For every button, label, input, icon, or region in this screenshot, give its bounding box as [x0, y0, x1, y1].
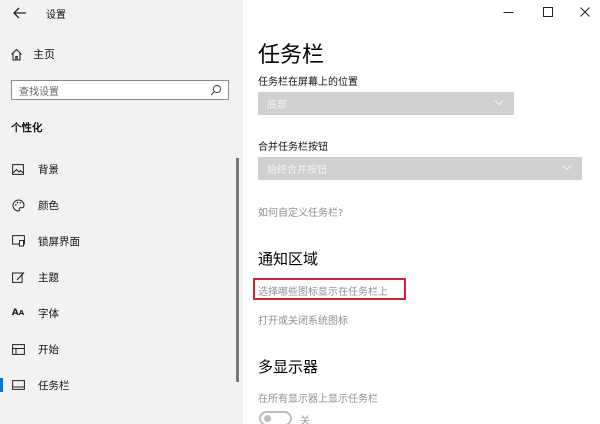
combine-select[interactable]: 始终合并按钮 [258, 157, 582, 180]
position-label: 任务栏在屏幕上的位置 [258, 77, 358, 88]
sidebar-item-label: 背景 [38, 163, 59, 176]
toggle-knob [264, 415, 271, 422]
sidebar-item-label: 颜色 [38, 199, 59, 212]
sidebar-item-background[interactable]: 背景 [0, 158, 236, 180]
minimize-icon[interactable] [496, 3, 520, 21]
theme-icon [11, 270, 25, 284]
search-placeholder: 查找设置 [19, 86, 59, 98]
sidebar-scrollbar[interactable] [236, 158, 239, 382]
close-icon[interactable] [573, 3, 597, 21]
section-title: 个性化 [11, 122, 43, 134]
chevron-down-icon [562, 165, 572, 171]
position-value: 底部 [267, 100, 287, 111]
sidebar-item-colors[interactable]: 颜色 [0, 194, 236, 216]
home-nav-item[interactable]: 主页 [10, 46, 55, 62]
palette-icon [11, 198, 25, 212]
active-indicator [0, 378, 3, 392]
taskbar-icon [11, 378, 25, 392]
sidebar-item-label: 字体 [38, 307, 59, 320]
combine-label: 合并任务栏按钮 [258, 142, 328, 153]
main-content: 任务栏 任务栏在屏幕上的位置 底部 合并任务栏按钮 始终合并按钮 如何自定义任务… [243, 0, 600, 424]
lock-screen-icon [11, 234, 25, 248]
sidebar-item-taskbar[interactable]: 任务栏 [0, 374, 236, 396]
back-arrow-icon[interactable] [8, 2, 32, 24]
chevron-down-icon [494, 100, 504, 106]
position-select[interactable]: 底部 [258, 92, 514, 115]
picture-icon [11, 162, 25, 176]
sidebar-item-themes[interactable]: 主题 [0, 266, 236, 288]
font-icon: AA [11, 308, 25, 318]
search-icon [210, 84, 222, 96]
sidebar-item-start[interactable]: 开始 [0, 338, 236, 360]
sidebar: 设置 主页 查找设置 个性化 背景 颜色 锁屏界面 主题 AA 字体 开始 任务… [0, 0, 243, 424]
sidebar-item-label: 锁屏界面 [38, 235, 80, 248]
sidebar-item-label: 主题 [38, 271, 59, 284]
system-icons-link[interactable]: 打开或关闭系统图标 [258, 312, 348, 327]
toggle-state-label: 关 [300, 416, 310, 424]
maximize-icon[interactable] [536, 3, 560, 21]
show-all-displays-label: 在所有显示器上显示任务栏 [258, 394, 378, 405]
search-input[interactable]: 查找设置 [11, 80, 229, 100]
page-title: 任务栏 [258, 43, 325, 68]
app-title: 设置 [46, 10, 66, 21]
home-label: 主页 [33, 48, 55, 61]
home-icon [11, 48, 22, 61]
start-icon [11, 342, 25, 356]
combine-value: 始终合并按钮 [267, 165, 327, 176]
customize-taskbar-link[interactable]: 如何自定义任务栏? [258, 204, 343, 219]
sidebar-item-label: 开始 [38, 343, 59, 356]
sidebar-item-lock-screen[interactable]: 锁屏界面 [0, 230, 236, 252]
multiple-displays-heading: 多显示器 [258, 358, 319, 376]
show-all-displays-toggle[interactable] [259, 411, 292, 424]
choose-icons-link[interactable]: 选择哪些图标显示在任务栏上 [258, 283, 388, 298]
sidebar-item-fonts[interactable]: AA 字体 [0, 302, 236, 324]
sidebar-item-label: 任务栏 [38, 379, 70, 392]
notification-area-heading: 通知区域 [258, 250, 319, 268]
